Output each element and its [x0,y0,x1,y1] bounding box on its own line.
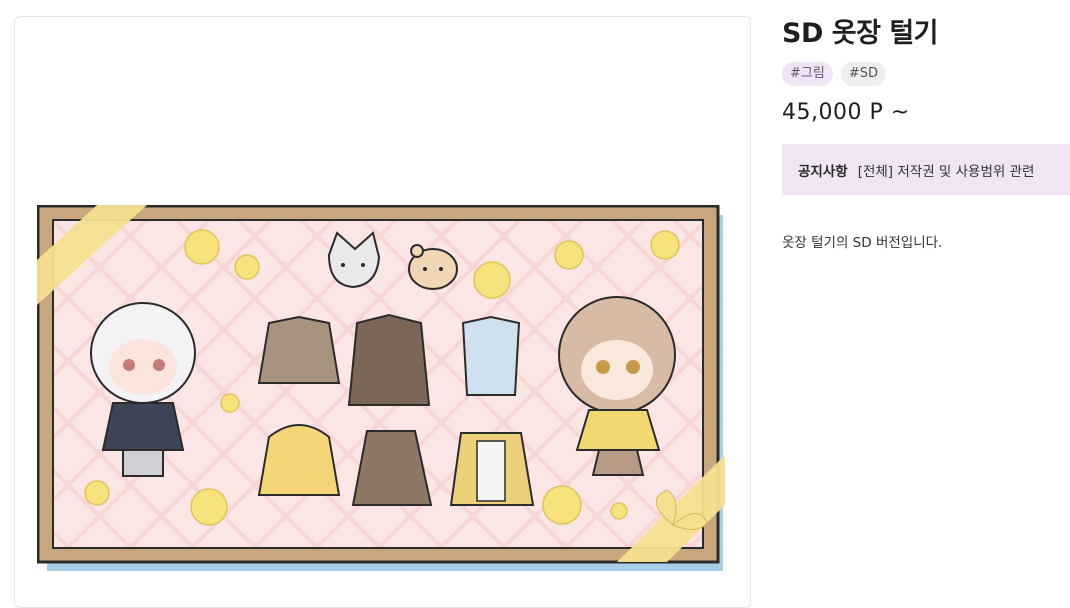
product-description: 옷장 털기의 SD 버전입니다. [782,235,943,251]
tag-sd[interactable]: #SD [840,62,886,86]
yellow-hoodie [257,424,341,496]
notice-label: 공지사항 [798,163,848,180]
product-price: 45,000 P ~ [782,100,910,125]
white-haired-character [90,302,196,477]
yellow-cardigan-set [449,432,535,506]
product-image-card[interactable] [14,16,751,608]
tag-list: #그림 #SD [782,62,1070,86]
product-title: SD 옷장 털기 [782,18,939,49]
product-info-panel: SD 옷장 털기 #그림 #SD 45,000 P ~ 공지사항 [전체] 저작… [782,16,1070,251]
brown-coat [347,313,431,406]
notice-text: [전체] 저작권 및 사용범위 관련 [857,163,1035,180]
product-illustration [37,205,725,571]
blue-shirt-set [461,315,521,396]
tag-drawing[interactable]: #그림 [782,62,833,86]
notice-banner[interactable]: 공지사항 [전체] 저작권 및 사용범위 관련 [782,144,1070,195]
beige-jacket [257,315,341,384]
